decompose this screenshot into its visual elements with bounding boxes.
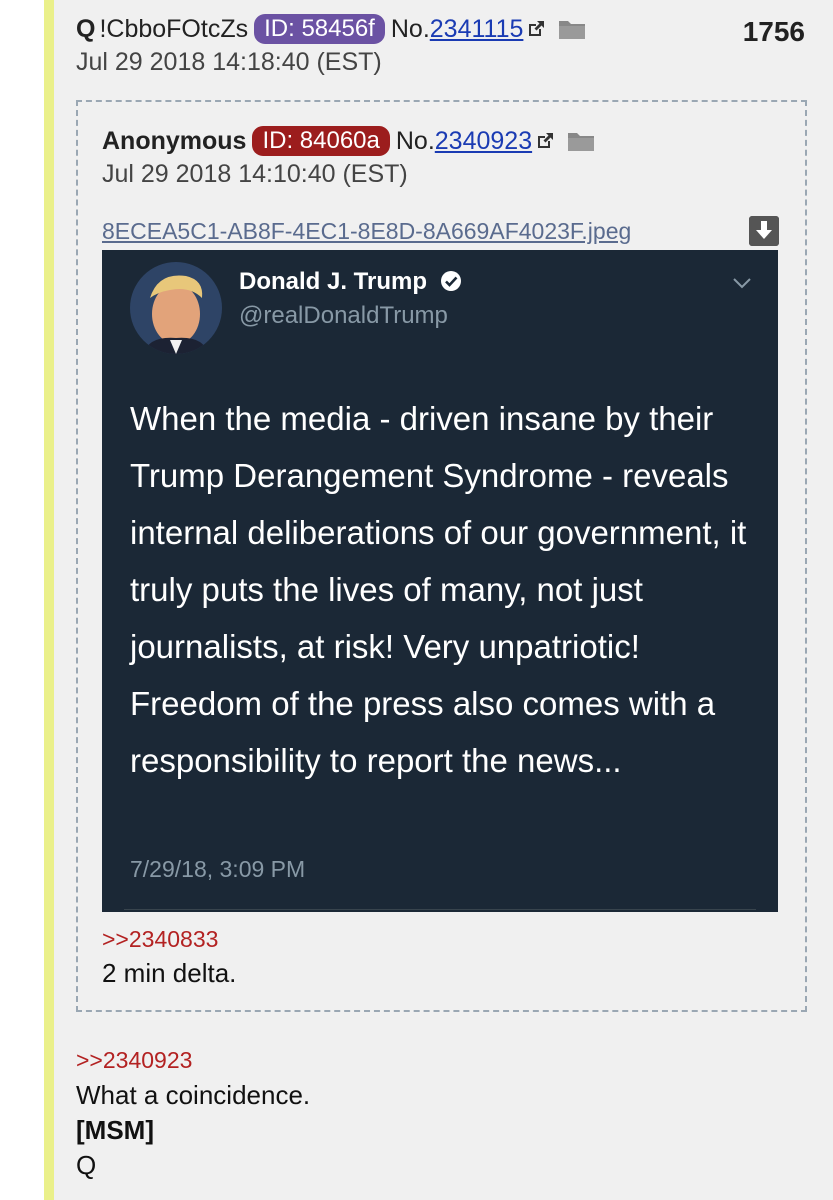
- post-date: Jul 29 2018 14:18:40 (EST): [76, 48, 382, 76]
- quoted-reply-link[interactable]: >>2340833: [102, 926, 218, 953]
- quoted-post-header: Anonymous ID: 84060a No. 2340923 Jul 29 …: [102, 126, 595, 189]
- verified-badge-icon: [440, 271, 461, 291]
- folder-icon[interactable]: [558, 18, 586, 40]
- post-accent-bar: [44, 0, 54, 1200]
- attachment-filename-link[interactable]: 8ECEA5C1-AB8F-4EC1-8E8D-8A669AF4023F.jpe…: [102, 218, 631, 245]
- post-reply-link[interactable]: >>2340923: [76, 1047, 192, 1073]
- tweet-author-name: Donald J. Trump: [239, 268, 462, 296]
- post-body: >>2340923 What a coincidence. [MSM] Q: [76, 1042, 310, 1183]
- external-link-icon[interactable]: [526, 19, 546, 39]
- quoted-no-prefix: No.: [395, 126, 435, 155]
- folder-icon[interactable]: [567, 130, 595, 152]
- post-id-badge[interactable]: ID: 58456f: [254, 14, 385, 44]
- left-margin: [0, 0, 44, 1200]
- post-number-link[interactable]: 2341115: [430, 15, 524, 44]
- tweet-divider: [124, 909, 756, 910]
- chevron-down-icon: [733, 278, 751, 289]
- post-tripcode: !CbboFOtcZs: [99, 14, 249, 43]
- quoted-id-badge[interactable]: ID: 84060a: [252, 126, 390, 156]
- avatar: [130, 262, 222, 354]
- post-no-prefix: No.: [390, 14, 430, 43]
- quoted-author: Anonymous: [102, 126, 247, 155]
- thread-post-count: 1756: [742, 16, 805, 47]
- tweet-handle: @realDonaldTrump: [239, 302, 448, 329]
- tweet-timestamp: 7/29/18, 3:09 PM: [130, 856, 306, 882]
- post-header: Q !CbboFOtcZs ID: 58456f No. 2341115 Jul…: [76, 14, 586, 77]
- post-author: Q: [76, 14, 96, 43]
- download-icon[interactable]: [749, 216, 779, 246]
- post-body-tag: [MSM]: [76, 1115, 154, 1145]
- quoted-number-link[interactable]: 2340923: [435, 127, 532, 156]
- post-container: Q !CbboFOtcZs ID: 58456f No. 2341115 Jul…: [54, 0, 833, 1200]
- tweet-text: When the media - driven insane by their …: [130, 400, 747, 779]
- post-signature: Q: [76, 1150, 97, 1180]
- external-link-icon[interactable]: [535, 131, 555, 151]
- tweet-author-name-text: Donald J. Trump: [239, 268, 428, 295]
- post-body-line: What a coincidence.: [76, 1080, 311, 1110]
- tweet-image[interactable]: Donald J. Trump @realDonaldTrump When th…: [102, 250, 778, 912]
- quoted-date: Jul 29 2018 14:10:40 (EST): [102, 160, 408, 188]
- quoted-post: Anonymous ID: 84060a No. 2340923 Jul 29 …: [76, 100, 807, 1012]
- quoted-body-text: 2 min delta.: [102, 958, 237, 988]
